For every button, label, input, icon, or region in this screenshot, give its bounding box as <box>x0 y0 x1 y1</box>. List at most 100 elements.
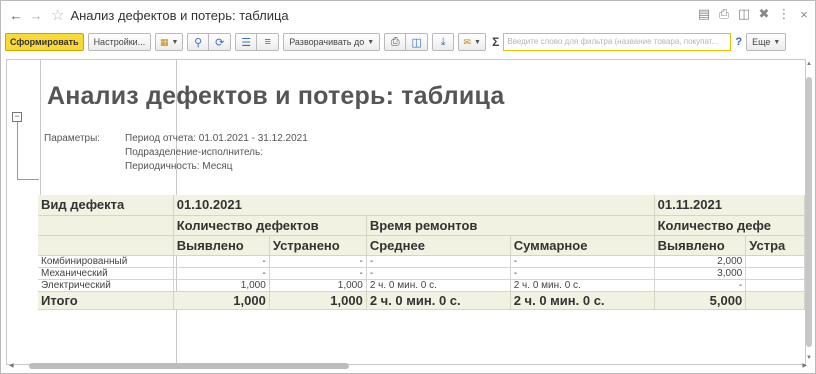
vertical-scroll-thumb[interactable] <box>806 77 812 347</box>
collapse-toggle-icon[interactable]: − <box>12 112 22 122</box>
group-button[interactable]: ☰ <box>235 33 258 51</box>
column-header[interactable]: Устра <box>745 235 805 256</box>
total-row[interactable]: Итого 1,000 1,000 2 ч. 0 мин. 0 с. 2 ч. … <box>38 291 805 310</box>
favorite-star-icon[interactable]: ☆ <box>51 6 64 24</box>
vertical-scrollbar[interactable]: ▲ ▼ <box>806 61 812 361</box>
table-cell[interactable]: 1,000 <box>269 279 367 292</box>
group-bracket <box>17 122 18 180</box>
print-button[interactable]: ⎙ <box>384 33 407 51</box>
window-title: Анализ дефектов и потерь: таблица <box>70 7 289 23</box>
save-file-button[interactable]: ⤓ <box>432 33 455 51</box>
total-cell[interactable] <box>745 291 805 310</box>
link-icon[interactable]: ✖ <box>757 6 771 22</box>
more-vertical-icon[interactable]: ⋮ <box>777 6 791 22</box>
total-label[interactable]: Итого <box>38 291 174 310</box>
cancel-search-button[interactable]: ⟳ <box>209 33 232 51</box>
dimension-header[interactable]: Вид дефекта <box>38 195 174 216</box>
header-row-groups: Количество дефектов Время ремонтов Колич… <box>38 215 805 236</box>
generate-button[interactable]: Сформировать <box>5 33 84 51</box>
table-cell[interactable]: 2,000 <box>654 255 747 268</box>
table-row[interactable]: Комбинированный - - - - 2,000 <box>38 255 805 268</box>
group-header[interactable]: Количество дефектов <box>173 215 367 236</box>
row-label[interactable]: Электрический <box>38 279 174 292</box>
preview-icon[interactable]: ◫ <box>737 6 751 22</box>
help-button[interactable]: ? <box>735 36 742 48</box>
table-cell[interactable]: - <box>173 267 270 280</box>
params-label: Параметры: <box>44 133 101 144</box>
table-cell[interactable]: - <box>173 255 270 268</box>
report-table: Вид дефекта 01.10.2021 01.11.2021 Количе… <box>38 195 805 310</box>
scroll-down-icon[interactable]: ▼ <box>806 355 812 361</box>
table-cell[interactable]: - <box>654 279 747 292</box>
table-cell[interactable]: 2 ч. 0 мин. 0 с. <box>366 279 511 292</box>
table-cell[interactable]: - <box>510 267 655 280</box>
sum-icon[interactable]: Σ <box>492 35 499 49</box>
table-cell[interactable]: 1,000 <box>173 279 270 292</box>
column-header[interactable]: Выявлено <box>654 235 747 256</box>
variant-dropdown-button[interactable]: ▦ ▼ <box>155 33 184 51</box>
report-title: Анализ дефектов и потерь: таблица <box>47 82 505 110</box>
scroll-right-icon[interactable]: ▶ <box>802 362 807 369</box>
empty-header-cell <box>38 235 174 256</box>
table-cell[interactable]: 3,000 <box>654 267 747 280</box>
ungroup-button[interactable]: ≡ <box>257 33 280 51</box>
group-header[interactable]: Количество дефе <box>654 215 805 236</box>
table-cell[interactable]: - <box>366 255 511 268</box>
horizontal-scrollbar[interactable]: ◀ ▶ <box>9 362 807 370</box>
search-icon: ⚲ <box>194 36 203 49</box>
envelope-icon: ✉ <box>463 36 471 47</box>
filter-input[interactable]: Введите слово для фильтра (название това… <box>503 33 732 51</box>
period-header[interactable]: 01.10.2021 <box>173 195 655 216</box>
send-email-button[interactable]: ✉ ▼ <box>458 33 487 51</box>
more-label: Еще <box>752 37 771 47</box>
table-cell[interactable]: - <box>269 267 367 280</box>
column-header[interactable]: Среднее <box>366 235 511 256</box>
scroll-up-icon[interactable]: ▲ <box>806 61 812 67</box>
total-cell[interactable]: 2 ч. 0 мин. 0 с. <box>510 291 655 310</box>
row-label[interactable]: Механический <box>38 267 174 280</box>
close-icon[interactable]: × <box>797 7 811 22</box>
cancel-search-icon: ⟳ <box>215 36 225 49</box>
scroll-left-icon[interactable]: ◀ <box>9 362 14 369</box>
total-cell[interactable]: 2 ч. 0 мин. 0 с. <box>366 291 511 310</box>
table-cell[interactable]: - <box>366 267 511 280</box>
table-cell[interactable]: - <box>510 255 655 268</box>
total-cell[interactable]: 5,000 <box>654 291 747 310</box>
param-department: Подразделение-исполнитель: <box>125 147 264 158</box>
print-icon[interactable]: ⎙ <box>717 6 731 22</box>
table-row[interactable]: Механический - - - - 3,000 <box>38 267 805 280</box>
table-row[interactable]: Электрический 1,000 1,000 2 ч. 0 мин. 0 … <box>38 279 805 292</box>
total-cell[interactable]: 1,000 <box>173 291 270 310</box>
search-button[interactable]: ⚲ <box>187 33 210 51</box>
row-label[interactable]: Комбинированный <box>38 255 174 268</box>
table-cell[interactable]: 2 ч. 0 мин. 0 с. <box>510 279 655 292</box>
horizontal-scroll-thumb[interactable] <box>29 363 349 369</box>
header-row-fields: Выявлено Устранено Среднее Суммарное Выя… <box>38 235 805 256</box>
total-cell[interactable]: 1,000 <box>269 291 367 310</box>
table-cell[interactable] <box>745 279 805 292</box>
report-window: ← → ☆ Анализ дефектов и потерь: таблица … <box>0 0 816 374</box>
group-bracket <box>17 179 39 180</box>
report-document[interactable]: − Анализ дефектов и потерь: таблица Пара… <box>6 59 806 365</box>
save-icon[interactable]: ▤ <box>697 6 711 22</box>
empty-header-cell <box>38 215 174 236</box>
print-preview-button[interactable]: ◫ <box>406 33 429 51</box>
report-variant-icon: ▦ <box>159 36 169 47</box>
printer-icon: ⎙ <box>390 35 400 48</box>
expand-to-dropdown[interactable]: Разворачивать до ▼ <box>283 33 381 51</box>
column-header[interactable]: Суммарное <box>510 235 655 256</box>
table-cell[interactable] <box>745 267 805 280</box>
group-header[interactable]: Время ремонтов <box>366 215 655 236</box>
chevron-down-icon: ▼ <box>773 38 781 46</box>
settings-button[interactable]: Настройки... <box>87 33 152 51</box>
table-cell[interactable]: - <box>269 255 367 268</box>
column-header[interactable]: Выявлено <box>173 235 270 256</box>
period-header[interactable]: 01.11.2021 <box>654 195 805 216</box>
table-cell[interactable] <box>745 255 805 268</box>
back-arrow-icon[interactable]: ← <box>7 6 25 24</box>
params-values: Период отчета: 01.01.2021 - 31.12.2021 П… <box>125 132 308 174</box>
command-bar: Сформировать Настройки... ▦ ▼ ⚲ ⟳ ☰ ≡ Раз… <box>1 29 815 55</box>
column-header[interactable]: Устранено <box>269 235 367 256</box>
more-button[interactable]: Еще ▼ <box>746 33 787 51</box>
forward-arrow-icon[interactable]: → <box>27 6 45 24</box>
